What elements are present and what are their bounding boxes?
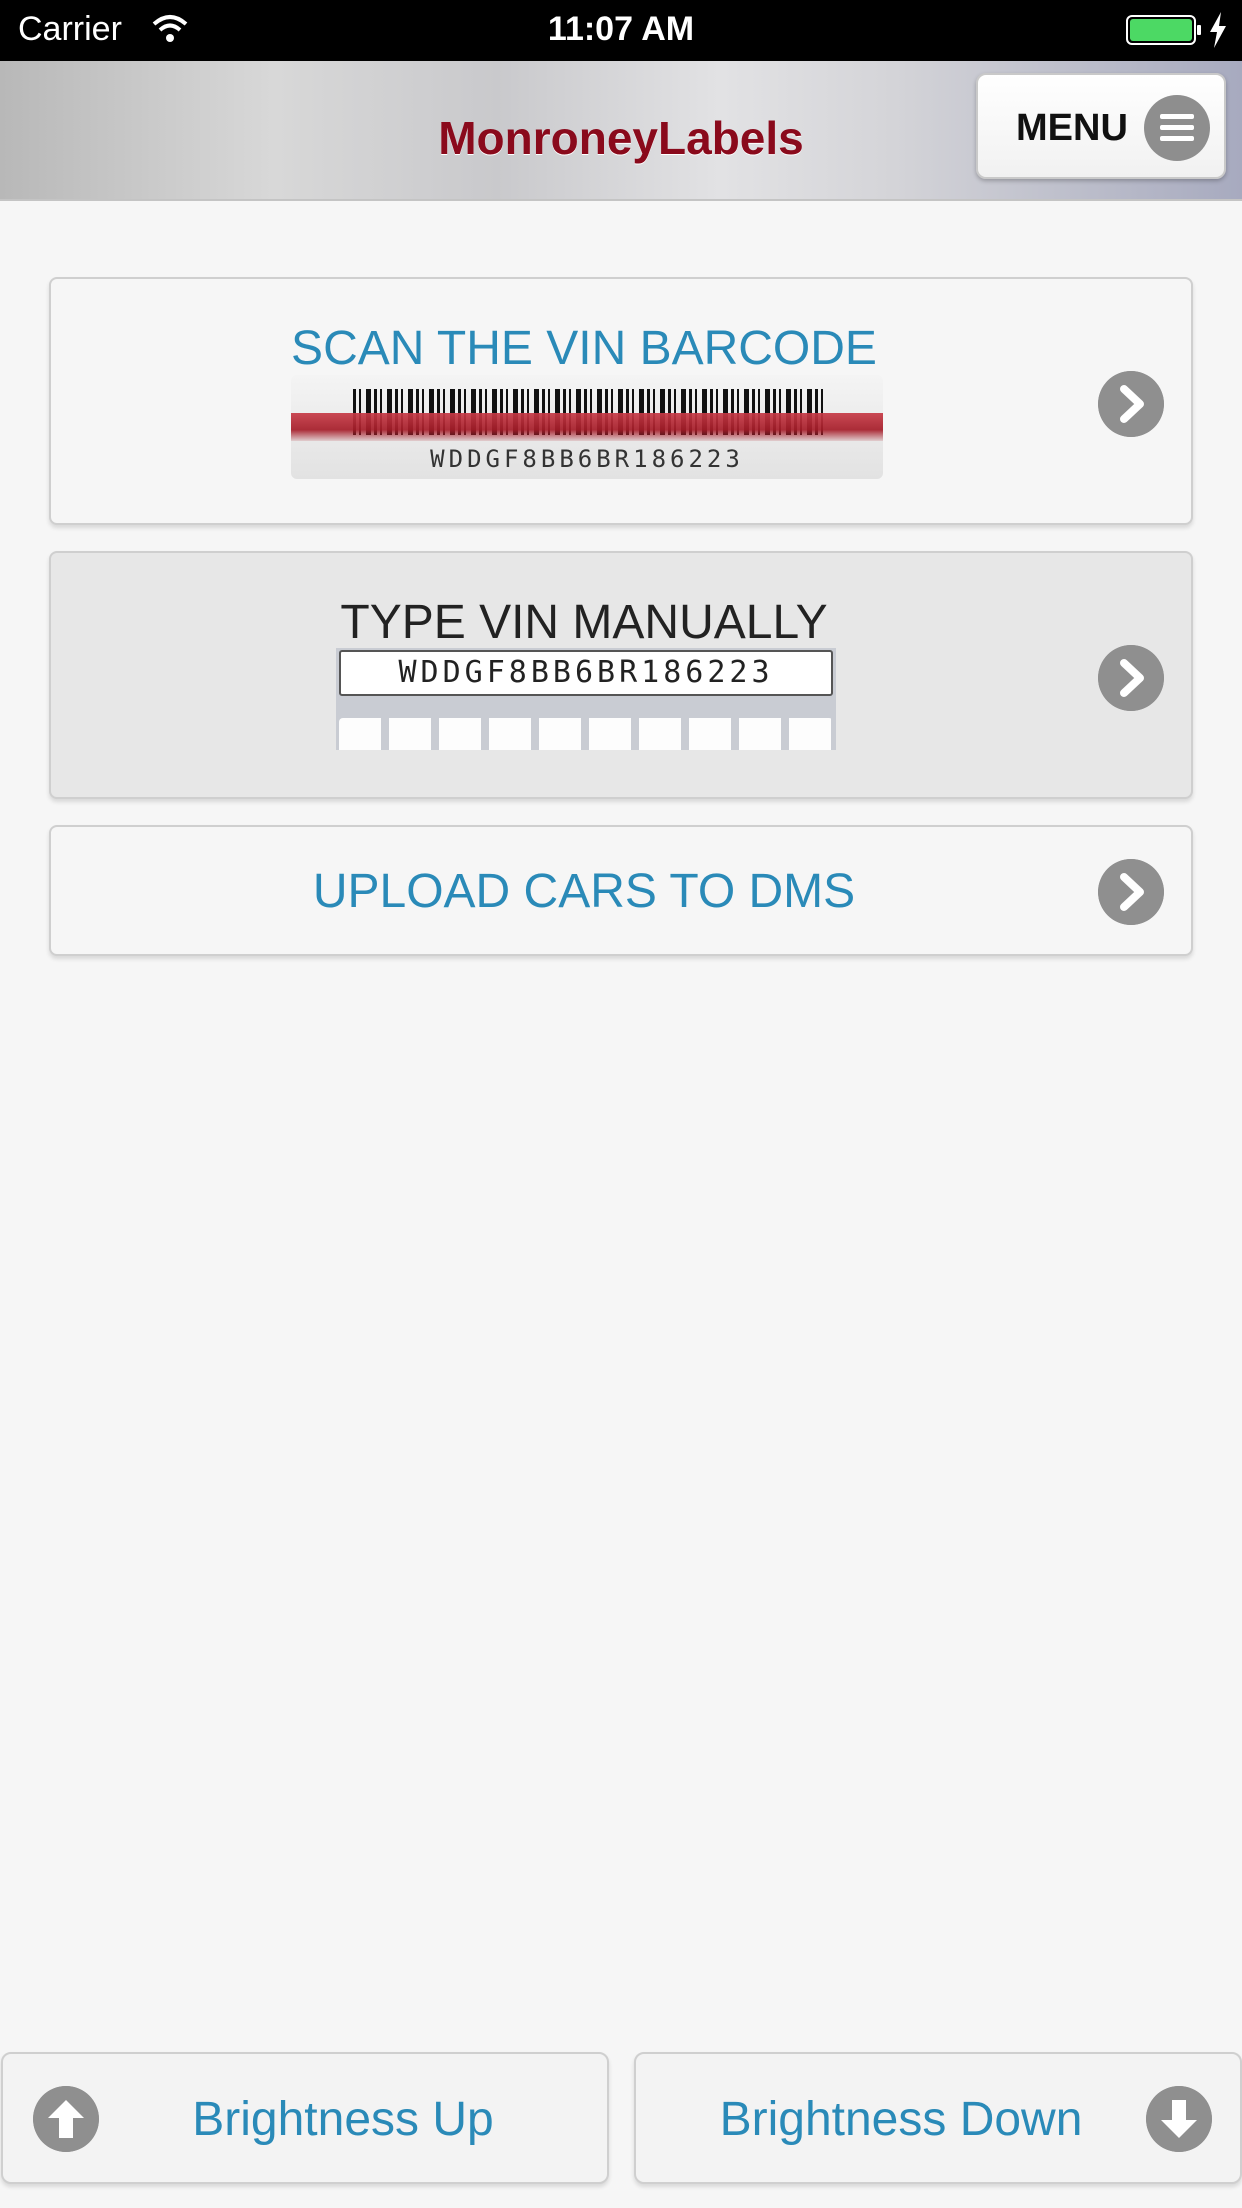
app-screen: Carrier 11:07 AM MonroneyLabels MENU SCA… [0,0,1242,2208]
chevron-right-icon [1098,645,1164,711]
type-vin-manually-label: TYPE VIN MANUALLY [340,596,828,649]
status-bar: Carrier 11:07 AM [0,0,1242,61]
scan-laser-line [291,413,883,441]
brightness-up-button[interactable]: Brightness Up [1,2052,609,2184]
status-time: 11:07 AM [547,10,695,48]
arrow-down-icon [1146,2086,1212,2152]
brightness-down-label: Brightness Down [719,2093,1083,2146]
upload-cars-to-dms-button[interactable]: UPLOAD CARS TO DMS [49,825,1193,956]
charging-bolt-icon [1210,12,1226,48]
brightness-down-button[interactable]: Brightness Down [634,2052,1242,2184]
app-header: MonroneyLabels MENU [0,61,1242,201]
type-vin-manually-button[interactable]: TYPE VIN MANUALLY WDDGF8BB6BR186223 [49,551,1193,799]
scan-vin-barcode-label: SCAN THE VIN BARCODE [291,322,877,375]
chevron-right-icon [1098,859,1164,925]
vin-field-illustration: WDDGF8BB6BR186223 [339,650,833,696]
keyboard-keys [339,718,833,750]
barcode-vin-text: WDDGF8BB6BR186223 [430,445,744,473]
menu-button[interactable]: MENU [976,73,1226,179]
scan-vin-barcode-button[interactable]: SCAN THE VIN BARCODE WDDGF8BB6BR186223 [49,277,1193,525]
battery-icon [1126,15,1201,45]
upload-cars-label: UPLOAD CARS TO DMS [312,865,856,918]
keyboard-illustration: WDDGF8BB6BR186223 [336,648,836,750]
brightness-up-label: Brightness Up [192,2093,494,2146]
hamburger-icon [1144,95,1210,161]
menu-label: MENU [1016,107,1128,149]
chevron-right-icon [1098,371,1164,437]
barcode-illustration: WDDGF8BB6BR186223 [291,375,883,479]
